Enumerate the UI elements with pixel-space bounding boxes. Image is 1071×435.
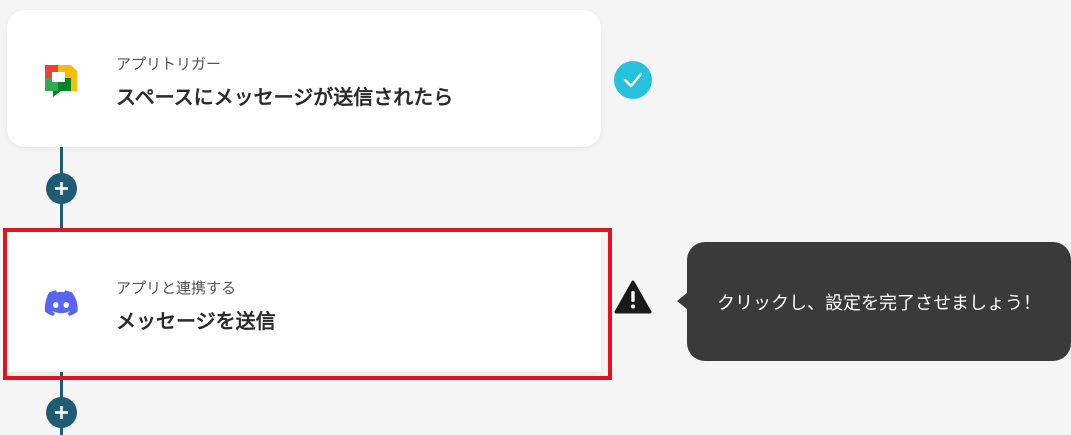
tooltip-text: クリックし、設定を完了させましょう！ bbox=[717, 292, 1041, 314]
add-step-button[interactable] bbox=[46, 173, 77, 204]
discord-icon bbox=[43, 284, 79, 320]
check-icon bbox=[614, 61, 652, 99]
trigger-card[interactable]: アプリトリガー スペースにメッセージが送信されたら bbox=[7, 10, 601, 147]
plus-icon bbox=[55, 182, 68, 195]
warning-icon bbox=[614, 280, 652, 314]
trigger-title: スペースにメッセージが送信されたら bbox=[116, 85, 454, 109]
setup-tooltip: クリックし、設定を完了させましょう！ bbox=[687, 242, 1071, 361]
add-step-button[interactable] bbox=[46, 397, 77, 428]
action-card[interactable]: アプリと連携する メッセージを送信 bbox=[7, 232, 601, 372]
action-subtitle: アプリと連携する bbox=[116, 279, 237, 297]
plus-icon bbox=[55, 406, 68, 419]
google-chat-icon bbox=[43, 62, 79, 98]
trigger-subtitle: アプリトリガー bbox=[116, 55, 222, 73]
flow-canvas: アプリトリガー スペースにメッセージが送信されたら アプリと連携する メッセージ… bbox=[0, 0, 1071, 435]
action-title: メッセージを送信 bbox=[116, 309, 276, 333]
